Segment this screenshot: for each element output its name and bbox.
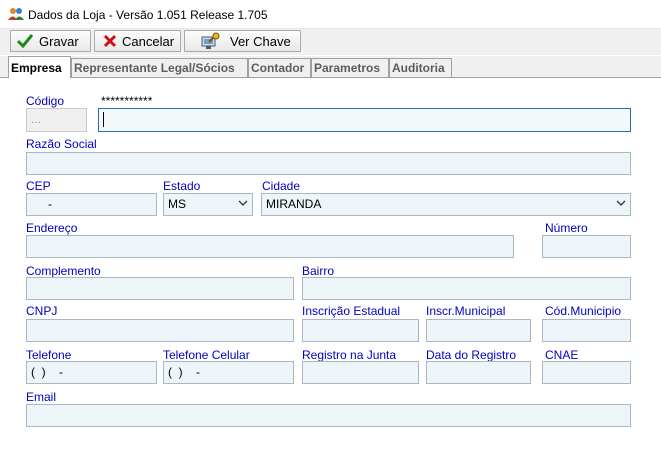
tab-parametros[interactable]: Parametros — [311, 58, 389, 77]
cnpj-label: CNPJ — [26, 304, 58, 318]
tab-auditoria[interactable]: Auditoria — [389, 58, 452, 77]
empresa-panel: Código *********** ... Razão Social CEP … — [0, 78, 661, 453]
title-bar: Dados da Loja - Versão 1.051 Release 1.7… — [0, 0, 661, 29]
cidade-select[interactable]: MIRANDA — [261, 193, 631, 216]
cod-municipio-label: Cód.Municipio — [545, 304, 622, 318]
endereco-label: Endereço — [26, 221, 78, 235]
registro-junta-label: Registro na Junta — [302, 348, 397, 362]
codigo-field[interactable]: ... — [26, 108, 87, 132]
cidade-label: Cidade — [262, 179, 301, 193]
tab-representante-legal[interactable]: Representante Legal/Sócios — [71, 58, 248, 77]
save-button[interactable]: Gravar — [10, 30, 91, 52]
x-icon — [103, 34, 117, 48]
cep-label: CEP — [26, 179, 51, 193]
numero-label: Número — [545, 221, 588, 235]
bairro-input[interactable] — [302, 277, 631, 300]
cnpj-input[interactable] — [26, 319, 294, 342]
estado-label: Estado — [163, 179, 201, 193]
inscr-municipal-label: Inscr.Municipal — [426, 304, 506, 318]
chevron-down-icon[interactable] — [616, 199, 626, 207]
chevron-down-icon[interactable] — [238, 199, 248, 207]
cancel-label: Cancelar — [122, 34, 175, 49]
tab-bar: Empresa Representante Legal/Sócios Conta… — [0, 56, 661, 78]
tab-contador[interactable]: Contador — [248, 58, 311, 77]
telefone-label: Telefone — [26, 348, 72, 362]
razao-social-input[interactable] — [26, 152, 631, 175]
cep-input[interactable]: - — [26, 193, 157, 216]
estado-select[interactable]: MS — [163, 193, 253, 216]
key-computer-icon — [201, 32, 220, 49]
endereco-input[interactable] — [26, 235, 514, 258]
codigo-label: Código — [26, 94, 65, 108]
telefone-input[interactable]: ( ) - — [26, 361, 157, 384]
inscr-municipal-input[interactable] — [426, 319, 531, 342]
inscricao-estadual-label: Inscrição Estadual — [302, 304, 401, 318]
numero-input[interactable] — [542, 235, 631, 258]
registro-junta-input[interactable] — [302, 361, 419, 384]
cnae-input[interactable] — [542, 361, 631, 384]
cancel-button[interactable]: Cancelar — [94, 30, 181, 52]
codigo-key-input[interactable] — [98, 108, 631, 132]
view-key-label: Ver Chave — [230, 34, 291, 49]
email-input[interactable] — [26, 404, 631, 427]
save-label: Gravar — [39, 34, 79, 49]
data-registro-input[interactable] — [426, 361, 531, 384]
cnae-label: CNAE — [545, 348, 579, 362]
telefone-celular-label: Telefone Celular — [163, 348, 250, 362]
inscricao-estadual-input[interactable] — [302, 319, 419, 342]
razao-social-label: Razão Social — [26, 137, 97, 151]
codigo-mask: *********** — [101, 94, 153, 108]
window-title: Dados da Loja - Versão 1.051 Release 1.7… — [28, 8, 268, 22]
data-registro-label: Data do Registro — [426, 348, 517, 362]
telefone-celular-input[interactable]: ( ) - — [163, 361, 294, 384]
complemento-input[interactable] — [26, 277, 294, 300]
complemento-label: Complemento — [26, 264, 101, 278]
view-key-button[interactable]: Ver Chave — [184, 30, 301, 52]
toolbar: Gravar Cancelar Ver Chave — [0, 29, 661, 55]
tab-empresa[interactable]: Empresa — [8, 56, 71, 78]
users-icon — [8, 8, 24, 20]
check-icon — [17, 34, 33, 48]
email-label: Email — [26, 390, 57, 404]
bairro-label: Bairro — [302, 264, 335, 278]
cod-municipio-input[interactable] — [542, 319, 631, 342]
